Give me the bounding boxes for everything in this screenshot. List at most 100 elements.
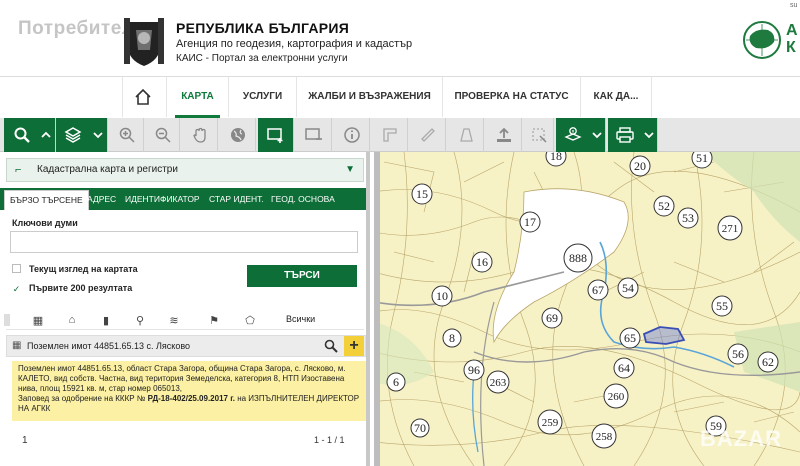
agency-logo-icon bbox=[743, 21, 781, 59]
map-label-text: 51 bbox=[696, 152, 708, 165]
chevron-down-icon bbox=[591, 132, 602, 139]
zoom-out-button[interactable] bbox=[146, 118, 180, 152]
print-button[interactable] bbox=[608, 118, 642, 152]
upload-button[interactable] bbox=[486, 118, 522, 152]
grid-icon[interactable]: ▦ bbox=[30, 312, 46, 328]
current-view-option[interactable]: Текущ изглед на картата bbox=[12, 264, 138, 274]
cadastral-map[interactable]: 18 20 51 52 53 15 17 271 888 16 10 67 54… bbox=[374, 152, 800, 466]
nav-status-check[interactable]: ПРОВЕРКА НА СТАТУС bbox=[442, 77, 580, 117]
first-200-checkbox[interactable]: ✓ bbox=[12, 285, 21, 294]
map-label-text: 69 bbox=[546, 311, 558, 325]
pan-hand-icon bbox=[192, 127, 206, 143]
map-canvas[interactable]: 18 20 51 52 53 15 17 271 888 16 10 67 54… bbox=[374, 152, 800, 466]
map-label: 53 bbox=[677, 207, 699, 229]
layers-icon bbox=[63, 127, 82, 143]
map-label: 259 bbox=[537, 409, 563, 435]
first-200-option[interactable]: ✓ Първите 200 резултата bbox=[12, 283, 133, 294]
pager-count: 1 - 1 / 1 bbox=[314, 435, 345, 445]
layer-select[interactable]: ⌐ Кадастрална карта и регистри ▼ bbox=[6, 158, 364, 182]
map-label-text: 888 bbox=[569, 251, 587, 265]
search-tabs: БЪРЗО ТЪРСЕНЕ АДРЕС ИДЕНТИФИКАТОР СТАР И… bbox=[0, 188, 366, 210]
flag-icon[interactable]: ⚑ bbox=[206, 312, 222, 328]
corner-text: su bbox=[790, 2, 798, 9]
globe-icon bbox=[230, 128, 245, 142]
measure-button[interactable] bbox=[372, 118, 408, 152]
map-label-text: 52 bbox=[658, 199, 670, 213]
tab-address[interactable]: АДРЕС bbox=[82, 188, 121, 210]
globe-button[interactable] bbox=[220, 118, 256, 152]
house-icon[interactable]: ⌂ bbox=[64, 312, 80, 328]
all-label: Всички bbox=[286, 314, 316, 324]
zoom-to-result-button[interactable] bbox=[322, 337, 340, 355]
nav-how-to[interactable]: КАК ДА... bbox=[580, 77, 652, 117]
pin-icon[interactable]: ⚲ bbox=[132, 312, 148, 328]
map-label: 51 bbox=[691, 152, 713, 169]
nav-complaints[interactable]: ЖАЛБИ И ВЪЗРАЖЕНИЯ bbox=[296, 77, 442, 117]
map-label-text: 16 bbox=[476, 255, 488, 269]
tab-old-identifier[interactable]: СТАР ИДЕНТ. bbox=[204, 188, 269, 210]
home-button[interactable] bbox=[122, 77, 162, 117]
pager-page[interactable]: 1 bbox=[22, 435, 28, 446]
search-icon bbox=[324, 339, 338, 353]
map-label: 67 bbox=[587, 279, 609, 301]
tab-identifier[interactable]: ИДЕНТИФИКАТОР bbox=[120, 188, 205, 210]
layer-info-dropdown[interactable] bbox=[588, 118, 606, 152]
map-label-text: 8 bbox=[449, 331, 455, 345]
zoom-in-button[interactable] bbox=[110, 118, 144, 152]
crop-icon bbox=[531, 128, 547, 143]
polygon-button[interactable] bbox=[448, 118, 484, 152]
search-tool-button[interactable] bbox=[4, 118, 40, 152]
measure-icon bbox=[382, 128, 397, 142]
map-label: 258 bbox=[591, 423, 617, 449]
print-dropdown[interactable] bbox=[640, 118, 658, 152]
bazar-watermark: BAZAR bbox=[700, 426, 782, 451]
map-label: 18 bbox=[545, 152, 567, 167]
nav-services[interactable]: УСЛУГИ bbox=[228, 77, 296, 117]
cadastre-icon: ⌐ bbox=[15, 164, 22, 176]
agency-name: Агенция по геодезия, картография и кадас… bbox=[176, 38, 413, 50]
ruler-button[interactable] bbox=[410, 118, 446, 152]
user-watermark: Потребител bbox=[18, 18, 135, 39]
republic-title: РЕПУБЛИКА БЪЛГАРИЯ bbox=[176, 20, 350, 36]
all-types-toggle[interactable] bbox=[4, 312, 24, 328]
collapse-button[interactable] bbox=[36, 118, 56, 152]
zoom-in-icon bbox=[119, 127, 135, 143]
keywords-input[interactable] bbox=[10, 231, 358, 253]
map-label: 55 bbox=[711, 295, 733, 317]
map-label: 17 bbox=[519, 211, 541, 233]
layers-stack-icon[interactable]: ≋ bbox=[166, 312, 182, 328]
search-button[interactable]: ТЪРСИ bbox=[247, 265, 357, 287]
layer-info-button[interactable] bbox=[556, 118, 590, 152]
tab-quick-search[interactable]: БЪРЗО ТЪРСЕНЕ bbox=[4, 190, 89, 210]
map-label-text: 17 bbox=[524, 215, 536, 229]
select-rect-button[interactable] bbox=[296, 118, 332, 152]
map-label-text: 6 bbox=[393, 375, 399, 389]
chevron-down-icon bbox=[643, 132, 654, 139]
current-view-checkbox[interactable] bbox=[12, 264, 21, 273]
select-area-button[interactable] bbox=[258, 118, 294, 152]
polygon-icon[interactable]: ⬠ bbox=[242, 312, 258, 328]
tab-geodetic-base[interactable]: ГЕОД. ОСНОВА bbox=[266, 188, 340, 210]
nav-map[interactable]: КАРТА bbox=[166, 77, 228, 118]
chevron-down-icon bbox=[92, 132, 103, 139]
layers-dropdown[interactable] bbox=[88, 118, 108, 152]
ruler-icon bbox=[420, 128, 435, 142]
order-number: РД-18-402/25.09.2017 г. bbox=[147, 394, 235, 403]
info-button[interactable] bbox=[334, 118, 370, 152]
layers-button[interactable] bbox=[56, 118, 90, 152]
header: Потребител РЕПУБЛИКА БЪЛГАРИЯ Агенция по… bbox=[0, 0, 800, 76]
result-description: Поземлен имот 44851.65.13, област Стара … bbox=[18, 364, 346, 393]
polygon-icon bbox=[459, 128, 473, 142]
map-label-text: 96 bbox=[468, 363, 480, 377]
map-label-text: 258 bbox=[596, 431, 613, 443]
pan-button[interactable] bbox=[182, 118, 218, 152]
map-label: 54 bbox=[617, 277, 639, 299]
document-icon[interactable]: ▮ bbox=[98, 312, 114, 328]
map-label-text: 263 bbox=[490, 377, 507, 389]
coat-of-arms-icon bbox=[124, 18, 164, 66]
result-header[interactable]: ▦ Поземлен имот 44851.65.13 с. Лясково bbox=[6, 335, 366, 357]
select-area-icon bbox=[266, 128, 282, 143]
crop-button[interactable] bbox=[524, 118, 554, 152]
add-result-button[interactable]: + bbox=[344, 336, 364, 356]
portal-name: КАИС - Портал за електронни услуги bbox=[176, 53, 348, 64]
